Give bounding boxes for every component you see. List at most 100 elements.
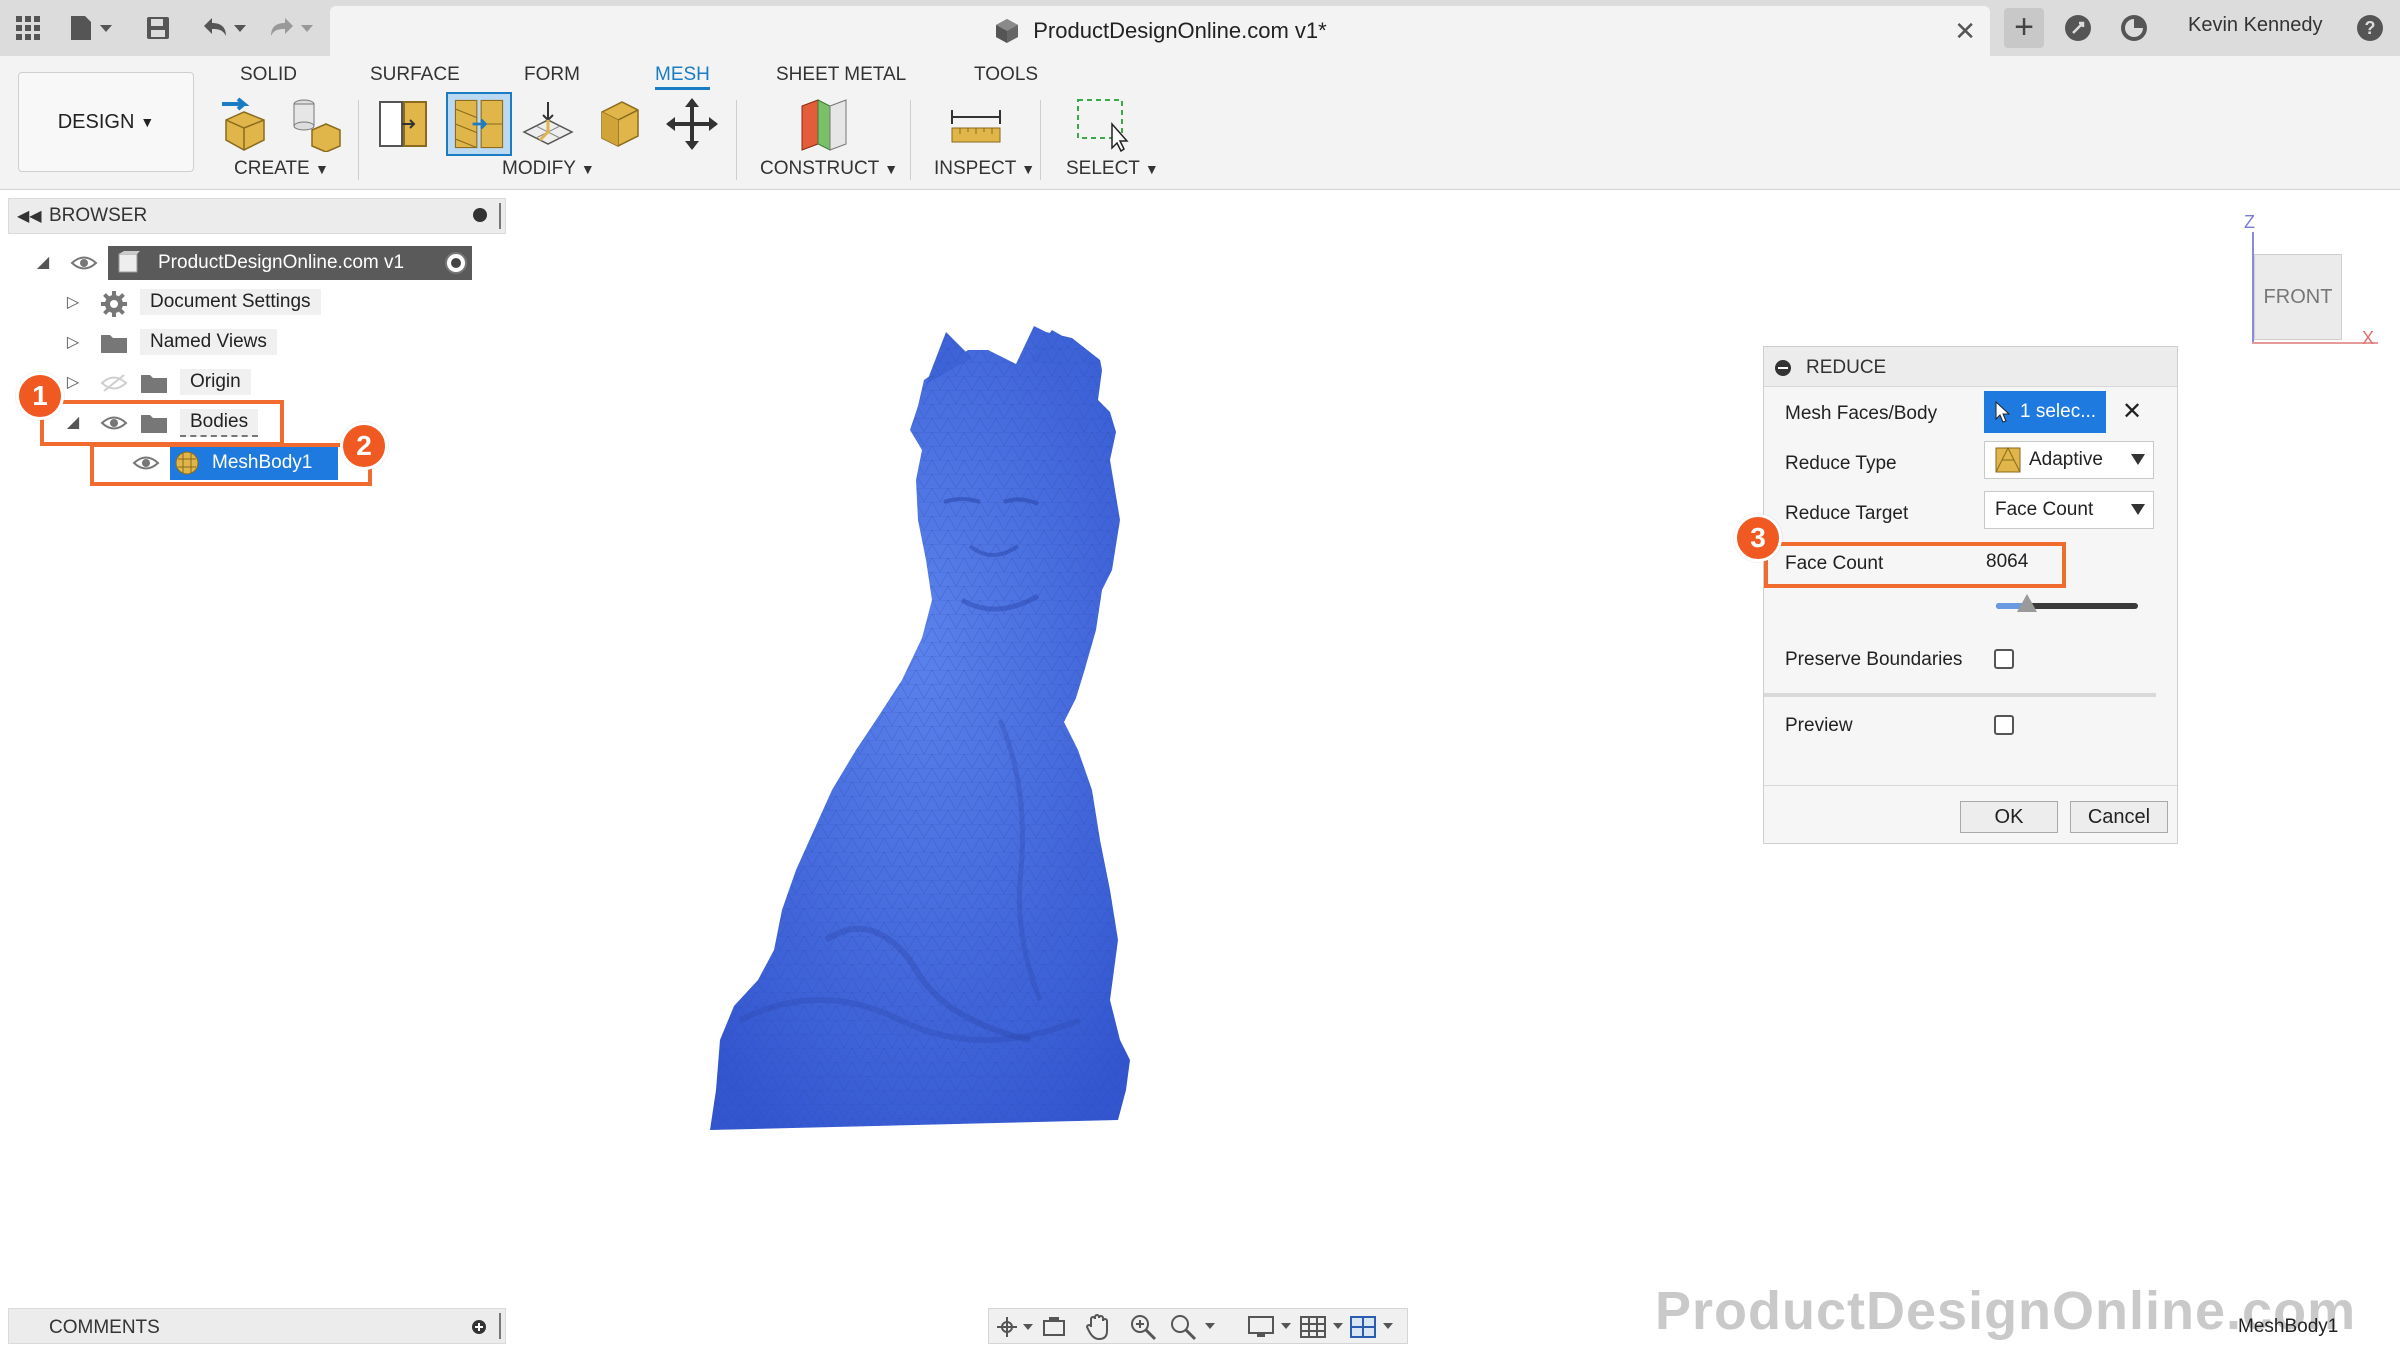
fit-zoom-icon[interactable] (1169, 1313, 1221, 1341)
reduce-dialog-header[interactable]: REDUCE (1764, 347, 2177, 387)
eye-hidden-icon[interactable] (100, 374, 128, 392)
eye-icon[interactable] (70, 254, 98, 272)
activate-radio-icon[interactable] (444, 251, 468, 275)
move-icon[interactable] (664, 96, 720, 152)
component-icon (118, 251, 140, 273)
face-count-slider[interactable] (1996, 594, 2138, 612)
chevron-down-icon: ▼ (140, 114, 155, 130)
app-grid-icon[interactable] (10, 10, 46, 46)
construct-plane-icon[interactable] (796, 96, 852, 152)
tab-solid[interactable]: SOLID (240, 60, 297, 90)
mesh-faces-selection-button[interactable]: 1 selec... (1984, 391, 2106, 433)
redo-icon[interactable] (262, 10, 320, 46)
tab-tools[interactable]: TOOLS (974, 60, 1038, 90)
tab-sheet-metal[interactable]: SHEET METAL (776, 60, 906, 90)
reduce-target-value: Face Count (1995, 499, 2094, 520)
ok-button[interactable]: OK (1960, 801, 2058, 833)
insert-mesh-icon[interactable] (216, 96, 272, 152)
chevron-down-icon: ▼ (580, 161, 595, 177)
workspace-switcher[interactable]: DESIGN ▼ (18, 72, 194, 172)
add-comment-icon[interactable] (471, 1319, 487, 1335)
preserve-boundaries-checkbox[interactable] (1994, 649, 2014, 669)
root-component[interactable]: ProductDesignOnline.com v1 (108, 246, 472, 280)
preview-checkbox[interactable] (1994, 715, 2014, 735)
chevron-down-icon: ▼ (1021, 161, 1036, 177)
plane-face-icon[interactable] (592, 96, 648, 152)
preview-label: Preview (1785, 715, 1853, 736)
job-status-icon[interactable] (2060, 10, 2096, 46)
construct-group-label[interactable]: CONSTRUCT ▼ (760, 158, 898, 180)
look-at-icon[interactable] (1041, 1315, 1067, 1339)
ribbon-divider (910, 100, 911, 180)
cancel-button[interactable]: Cancel (2070, 801, 2168, 833)
z-axis-label: Z (2244, 212, 2255, 232)
collapse-dialog-icon[interactable] (1774, 359, 1792, 377)
tree-item-origin[interactable]: ▷ Origin (64, 366, 364, 400)
document-tab[interactable]: ProductDesignOnline.com v1* ✕ (330, 6, 1990, 56)
toolbar-ribbon: DESIGN ▼ SOLID SURFACE FORM MESH SHEET M… (0, 56, 2400, 190)
ribbon-divider (736, 100, 737, 180)
dropdown-caret-icon (2131, 504, 2145, 515)
create-group-label[interactable]: CREATE ▼ (234, 158, 329, 180)
close-tab-icon[interactable]: ✕ (1954, 16, 1976, 47)
slider-thumb[interactable] (2017, 594, 2038, 612)
viewports-icon[interactable] (1349, 1313, 1401, 1341)
inspect-group-label[interactable]: INSPECT ▼ (934, 158, 1035, 180)
clear-selection-icon[interactable]: ✕ (2122, 397, 2142, 426)
expand-triangle-icon[interactable]: ▷ (64, 294, 82, 312)
reduce-type-label: Reduce Type (1785, 453, 1897, 474)
tree-root[interactable]: ◢ ProductDesignOnline.com v1 (34, 246, 484, 280)
help-icon[interactable]: ? (2352, 10, 2388, 46)
chevron-down-icon: ▼ (314, 161, 329, 177)
tree-item-label: Named Views (140, 329, 277, 355)
preserve-boundaries-label: Preserve Boundaries (1785, 649, 1963, 670)
navigation-bar (988, 1308, 1408, 1344)
notifications-icon[interactable] (2116, 10, 2152, 46)
display-settings-icon[interactable] (1247, 1313, 1299, 1341)
chevron-down-icon: ▼ (1144, 161, 1159, 177)
measure-icon[interactable] (948, 96, 1004, 152)
collapse-browser-icon[interactable]: ◀◀ (17, 206, 42, 226)
zoom-icon[interactable] (1129, 1313, 1157, 1341)
new-tab-button[interactable]: + (2004, 8, 2044, 48)
panel-grip-icon[interactable] (499, 1313, 501, 1339)
reduce-target-select[interactable]: Face Count (1984, 491, 2154, 529)
reduce-dialog: REDUCE Mesh Faces/Body 1 selec... ✕ Redu… (1763, 346, 2178, 844)
comments-panel-header[interactable]: COMMENTS (8, 1308, 506, 1344)
expand-triangle-icon[interactable]: ▷ (64, 374, 82, 392)
file-menu-icon[interactable] (66, 10, 118, 46)
folder-icon (101, 335, 127, 353)
user-name[interactable]: Kevin Kennedy (2188, 14, 2323, 37)
tree-item-document-settings[interactable]: ▷ Document Settings (64, 286, 364, 320)
tab-surface[interactable]: SURFACE (370, 60, 460, 90)
expand-triangle-icon[interactable]: ▷ (64, 334, 82, 352)
pan-hand-icon[interactable] (1085, 1313, 1111, 1341)
cat-mesh-model[interactable] (700, 320, 1320, 1130)
viewcube-front-face[interactable]: FRONT (2254, 254, 2342, 340)
save-icon[interactable] (140, 10, 176, 46)
workspace-label: DESIGN (57, 110, 135, 133)
reduce-tool-button[interactable] (446, 92, 512, 156)
browser-header[interactable]: ◀◀ BROWSER (8, 198, 506, 234)
dialog-footer-divider (1764, 785, 2177, 786)
ribbon-divider (1040, 100, 1041, 180)
orbit-icon[interactable] (995, 1315, 1035, 1339)
select-group-label[interactable]: SELECT ▼ (1066, 158, 1159, 180)
view-cube[interactable]: Z X FRONT (2230, 210, 2380, 360)
callout-badge-3: 3 (1734, 514, 1782, 562)
select-window-icon[interactable] (1074, 96, 1130, 152)
undo-icon[interactable] (196, 10, 252, 46)
modify-group-label[interactable]: MODIFY ▼ (502, 158, 595, 180)
grid-settings-icon[interactable] (1299, 1313, 1351, 1341)
browser-options-icon[interactable] (473, 208, 487, 222)
plane-cut-icon[interactable] (376, 96, 432, 152)
expanded-triangle-icon[interactable]: ◢ (34, 254, 52, 272)
chevron-down-icon: ▼ (884, 161, 899, 177)
tab-form[interactable]: FORM (524, 60, 580, 90)
reduce-type-select[interactable]: Adaptive (1984, 441, 2154, 479)
panel-grip-icon[interactable] (499, 203, 501, 229)
tab-mesh[interactable]: MESH (655, 60, 710, 90)
create-mesh-icon[interactable] (286, 96, 342, 152)
tree-item-named-views[interactable]: ▷ Named Views (64, 326, 364, 360)
remesh-icon[interactable] (520, 96, 576, 152)
